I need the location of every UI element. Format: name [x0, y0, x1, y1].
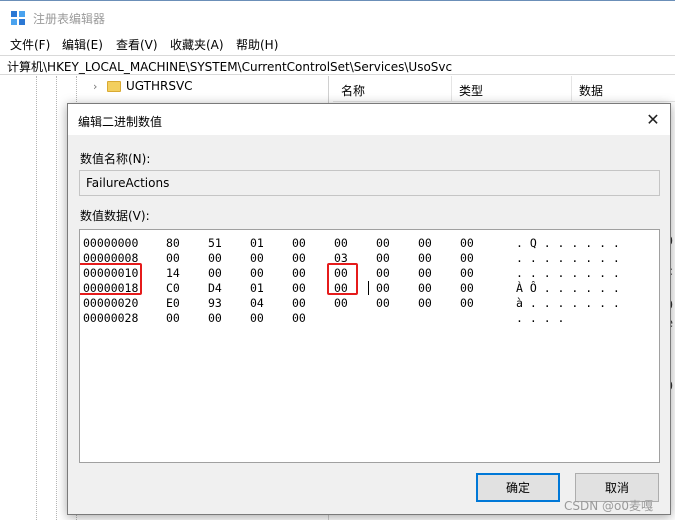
hex-byte: 00: [334, 296, 348, 310]
text-caret: [368, 281, 369, 295]
hex-byte: C0: [166, 281, 180, 295]
hex-byte: 01: [250, 236, 264, 250]
tree-guide-line: [36, 76, 37, 520]
hex-byte: 00: [418, 296, 432, 310]
menu-edit[interactable]: 编辑(E): [62, 36, 103, 53]
hex-byte: 00: [460, 266, 474, 280]
hex-byte: 00: [376, 236, 390, 250]
hex-ascii: . Q . . . . . .: [516, 236, 620, 250]
column-divider[interactable]: [451, 76, 452, 102]
regedit-app-icon: [11, 11, 25, 25]
menu-view[interactable]: 查看(V): [116, 36, 158, 53]
hex-byte: 00: [250, 251, 264, 265]
hex-byte: D4: [208, 281, 222, 295]
hex-byte: 00: [292, 311, 306, 325]
hex-byte: 00: [460, 236, 474, 250]
hex-byte: 14: [166, 266, 180, 280]
hex-byte: 00: [292, 266, 306, 280]
window-title: 注册表编辑器: [33, 12, 106, 26]
expand-chevron-icon[interactable]: ›: [93, 80, 97, 93]
list-header: 名称 类型 数据: [333, 76, 675, 102]
dialog-titlebar[interactable]: 编辑二进制数值 ✕: [68, 104, 670, 135]
hex-row: 00000020 E0 93 04 00 00 00 00 00 à . . .…: [80, 296, 620, 311]
hex-byte: 00: [418, 251, 432, 265]
hex-byte: 00: [250, 311, 264, 325]
tree-guide-line: [56, 76, 57, 520]
hex-byte: 00: [292, 296, 306, 310]
hex-byte: 51: [208, 236, 222, 250]
hex-offset: 00000028: [83, 311, 139, 325]
hex-editor[interactable]: 00000000 80 51 01 00 00 00 00 00 . Q . .…: [79, 229, 660, 463]
hex-byte: 00: [376, 281, 390, 295]
menu-help[interactable]: 帮助(H): [236, 36, 278, 53]
hex-ascii: à . . . . . . .: [516, 296, 620, 310]
hex-byte: 01: [250, 281, 264, 295]
highlight-box-bytes: [327, 263, 358, 295]
column-type[interactable]: 类型: [459, 82, 483, 99]
hex-ascii: À Ô . . . . . .: [516, 281, 620, 295]
folder-icon: [107, 81, 121, 92]
watermark-text: CSDN @o0麦嘎: [564, 499, 654, 513]
hex-byte: E0: [166, 296, 180, 310]
hex-byte: 93: [208, 296, 222, 310]
column-data[interactable]: 数据: [579, 82, 603, 99]
tree-item-label[interactable]: UGTHRSVC: [126, 79, 193, 93]
value-data-label: 数值数据(V):: [80, 209, 150, 223]
hex-byte: 00: [208, 266, 222, 280]
address-path: 计算机\HKEY_LOCAL_MACHINE\SYSTEM\CurrentCon…: [7, 60, 453, 74]
hex-byte: 00: [292, 236, 306, 250]
hex-row: 00000028 00 00 00 00 . . . .: [80, 311, 564, 326]
column-name[interactable]: 名称: [341, 82, 365, 99]
hex-byte: 00: [292, 281, 306, 295]
hex-byte: 80: [166, 236, 180, 250]
address-bar[interactable]: 计算机\HKEY_LOCAL_MACHINE\SYSTEM\CurrentCon…: [0, 55, 675, 75]
close-icon[interactable]: ✕: [636, 104, 670, 135]
ok-button[interactable]: 确定: [476, 473, 560, 502]
hex-byte: 00: [460, 281, 474, 295]
dialog-title: 编辑二进制数值: [78, 115, 163, 129]
value-name-field: FailureActions: [79, 170, 660, 196]
hex-byte: 00: [418, 266, 432, 280]
hex-offset: 00000020: [83, 296, 139, 310]
hex-byte: 00: [418, 281, 432, 295]
highlight-box-offsets: [80, 263, 142, 295]
hex-byte: 00: [208, 311, 222, 325]
column-divider[interactable]: [571, 76, 572, 102]
hex-row: 00000000 80 51 01 00 00 00 00 00 . Q . .…: [80, 236, 620, 251]
menu-bar: 文件(F) 编辑(E) 查看(V) 收藏夹(A) 帮助(H): [0, 34, 675, 54]
hex-byte: 00: [460, 251, 474, 265]
hex-byte: 00: [208, 251, 222, 265]
menu-file[interactable]: 文件(F): [10, 36, 50, 53]
hex-offset: 00000000: [83, 236, 139, 250]
hex-byte: 00: [418, 236, 432, 250]
hex-byte: 00: [292, 251, 306, 265]
hex-ascii: . . . . . . . .: [516, 251, 620, 265]
hex-byte: 00: [166, 311, 180, 325]
hex-byte: 00: [376, 296, 390, 310]
hex-ascii: . . . .: [516, 311, 565, 325]
hex-ascii: . . . . . . . .: [516, 266, 620, 280]
hex-byte: 04: [250, 296, 264, 310]
hex-byte: 00: [376, 251, 390, 265]
window-titlebar: 注册表编辑器: [0, 0, 675, 34]
value-name-label: 数值名称(N):: [80, 152, 151, 166]
hex-byte: 00: [460, 296, 474, 310]
hex-byte: 00: [334, 236, 348, 250]
hex-byte: 00: [376, 266, 390, 280]
hex-byte: 00: [166, 251, 180, 265]
menu-favorites[interactable]: 收藏夹(A): [170, 36, 224, 53]
hex-byte: 00: [250, 266, 264, 280]
edit-binary-dialog: 编辑二进制数值 ✕ 数值名称(N): FailureActions 数值数据(V…: [67, 103, 671, 515]
